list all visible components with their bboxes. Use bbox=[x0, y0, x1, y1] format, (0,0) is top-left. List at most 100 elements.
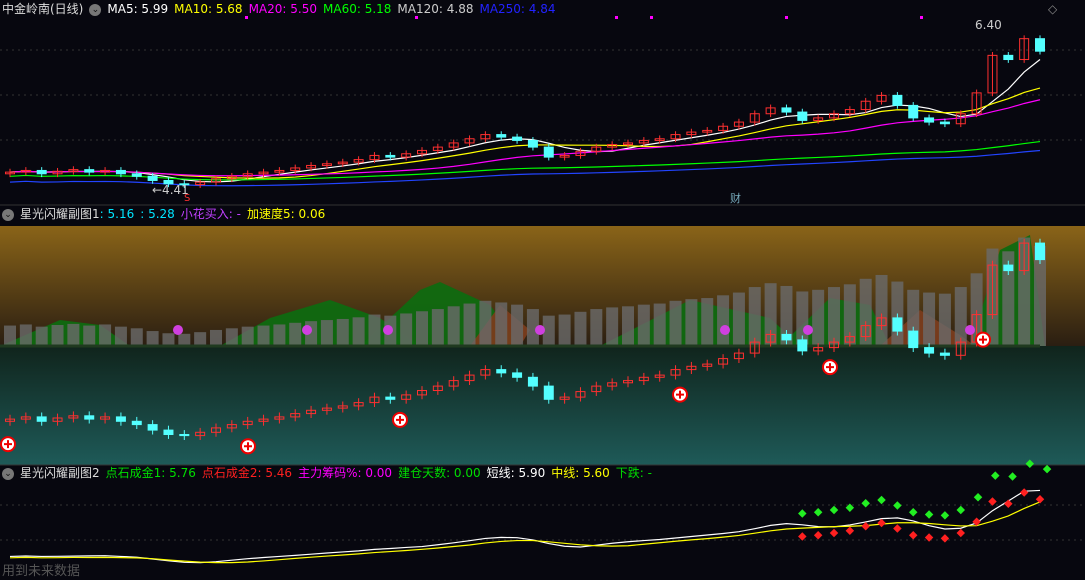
gray-bar bbox=[495, 302, 508, 346]
gray-bar bbox=[431, 309, 444, 346]
gray-bar bbox=[19, 324, 32, 346]
candle-body bbox=[543, 146, 554, 158]
gray-bar bbox=[400, 313, 413, 346]
red-diamond bbox=[924, 533, 934, 542]
candle-body bbox=[527, 376, 538, 387]
gray-bar bbox=[99, 324, 112, 346]
green-diamond bbox=[829, 505, 839, 515]
gray-bar bbox=[83, 325, 96, 346]
gray-bar bbox=[114, 326, 127, 346]
gray-bar bbox=[273, 324, 286, 346]
gray-bar bbox=[146, 331, 159, 346]
red-diamond bbox=[829, 528, 839, 538]
stock-title: 中金岭南(日线) bbox=[2, 2, 84, 16]
gray-bar bbox=[637, 304, 650, 346]
gray-bar bbox=[194, 332, 207, 346]
candle-body bbox=[939, 352, 950, 356]
sub2-header: ⌄ 星光闪耀副图2 点石成金1: 5.76 点石成金2: 5.46 主力筹码%: 0.0… bbox=[2, 464, 664, 482]
gray-bar bbox=[463, 303, 476, 346]
signal-dot bbox=[920, 16, 923, 19]
green-diamond bbox=[940, 511, 950, 520]
sub1-value-2: : 5.28 bbox=[140, 207, 175, 221]
sub1-bottom-bg bbox=[0, 346, 1085, 465]
candle-body bbox=[115, 169, 126, 175]
gray-bar bbox=[923, 292, 936, 346]
watermark: 用到未来数据 bbox=[2, 564, 81, 579]
green-diamond bbox=[1042, 464, 1052, 474]
green-diamond bbox=[877, 495, 886, 505]
candle-body bbox=[924, 117, 935, 123]
ma-indicator: MA10: 5.68 bbox=[174, 2, 243, 16]
candle-body bbox=[179, 434, 190, 437]
finance-mark: 财 bbox=[730, 192, 741, 205]
gray-bar bbox=[241, 326, 254, 346]
dropdown-icon[interactable]: ⌄ bbox=[89, 3, 102, 16]
candle-body bbox=[527, 139, 538, 148]
candle-body bbox=[512, 372, 523, 378]
gray-bar bbox=[828, 287, 840, 346]
gray-bar bbox=[162, 333, 175, 346]
gray-bar bbox=[67, 323, 80, 346]
signal-dot bbox=[650, 16, 653, 19]
sub2-indicator: 点石成金1: 5.76 bbox=[105, 466, 196, 480]
signal-dot bbox=[785, 16, 788, 19]
candle-body bbox=[892, 94, 903, 106]
gray-bar bbox=[210, 329, 222, 346]
green-diamond bbox=[991, 471, 1000, 480]
ma-indicator: MA20: 5.50 bbox=[248, 2, 317, 16]
candle-body bbox=[781, 333, 792, 341]
green-diamond bbox=[956, 505, 966, 515]
candle-body bbox=[496, 369, 507, 374]
gray-bar bbox=[178, 333, 191, 346]
candle-body bbox=[1035, 38, 1045, 52]
flower-icon bbox=[173, 325, 183, 335]
gray-bar bbox=[685, 299, 698, 346]
green-diamond bbox=[798, 509, 807, 518]
dropdown-icon[interactable]: ⌄ bbox=[2, 208, 14, 221]
red-diamond bbox=[940, 534, 950, 543]
red-diamond bbox=[988, 497, 997, 506]
dropdown-icon[interactable]: ⌄ bbox=[2, 467, 14, 480]
sub2-indicator: 下跌: - bbox=[615, 466, 652, 480]
sub2-indicator: 短线: 5.90 bbox=[486, 466, 546, 480]
gray-bar bbox=[622, 306, 634, 346]
green-diamond bbox=[908, 507, 918, 517]
candle-body bbox=[939, 121, 950, 125]
gray-bar bbox=[590, 309, 603, 346]
gray-bar bbox=[875, 274, 888, 346]
sub1-title: 星光闪耀副图1 bbox=[20, 207, 100, 221]
candle-body bbox=[1003, 264, 1014, 272]
candle-body bbox=[543, 385, 554, 400]
red-diamond bbox=[861, 521, 870, 531]
diamond-icon[interactable]: ◇ bbox=[1048, 2, 1057, 16]
gray-bar bbox=[669, 300, 682, 346]
candle-body bbox=[1003, 54, 1014, 61]
chart-canvas[interactable] bbox=[0, 0, 1085, 580]
gray-bar bbox=[336, 318, 349, 346]
gray-bar bbox=[35, 326, 48, 346]
green-diamond bbox=[1008, 472, 1017, 481]
gray-bar bbox=[320, 320, 333, 346]
red-diamond bbox=[1019, 488, 1029, 497]
acceleration: 加速度5: 0.06 bbox=[247, 207, 326, 221]
sub2-indicator: 中线: 5.60 bbox=[551, 466, 610, 480]
flower-icon bbox=[803, 325, 813, 335]
candle-body bbox=[84, 415, 95, 420]
candle-body bbox=[908, 104, 919, 119]
gray-bar bbox=[717, 295, 730, 346]
sub2-indicator: 建仓天数: 0.00 bbox=[398, 466, 481, 480]
sub1-header: ⌄ 星光闪耀副图1: 5.16: 5.28 小花买入: - 加速度5: 0.06 bbox=[2, 205, 331, 223]
red-diamond bbox=[813, 530, 823, 540]
gray-bar bbox=[352, 317, 365, 346]
candle-body bbox=[84, 169, 95, 173]
gray-bar bbox=[653, 303, 666, 346]
ma-line bbox=[9, 489, 1041, 564]
gray-bar bbox=[51, 325, 64, 346]
candle-body bbox=[781, 107, 792, 113]
sell-mark: S bbox=[184, 193, 191, 204]
candle-body bbox=[892, 317, 903, 332]
gray-bar bbox=[574, 311, 587, 346]
candle-body bbox=[797, 339, 808, 352]
signal-dot bbox=[615, 16, 618, 19]
gray-bar bbox=[289, 322, 302, 346]
